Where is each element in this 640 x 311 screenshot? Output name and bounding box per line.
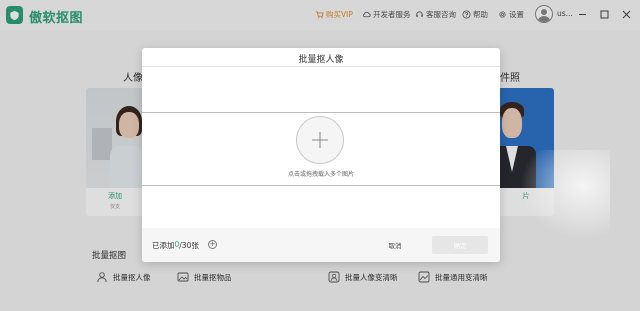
dialog-footer: 已添加 0/30张 + 取消 确定	[142, 228, 500, 262]
dialog-title: 批量抠人像	[298, 55, 344, 65]
added-suffix: /30张	[179, 241, 199, 250]
batch-portrait-dialog: 批量抠人像 点击或拖拽载入多个图片 已添加 0/30张 + 取消 确定	[142, 48, 500, 262]
drop-hint-text: 点击或拖拽载入多个图片	[287, 171, 354, 178]
plus-icon	[312, 132, 328, 148]
added-count-text: 已添加 0/30张	[152, 240, 199, 251]
image-drop-zone[interactable]: 点击或拖拽载入多个图片	[142, 112, 500, 186]
dialog-divider	[142, 66, 500, 67]
added-prefix: 已添加	[152, 241, 175, 250]
add-more-plus-icon[interactable]: +	[208, 240, 217, 249]
confirm-button[interactable]: 确定	[432, 236, 488, 254]
add-images-button[interactable]	[296, 116, 344, 164]
cancel-button[interactable]: 取消	[378, 238, 412, 252]
